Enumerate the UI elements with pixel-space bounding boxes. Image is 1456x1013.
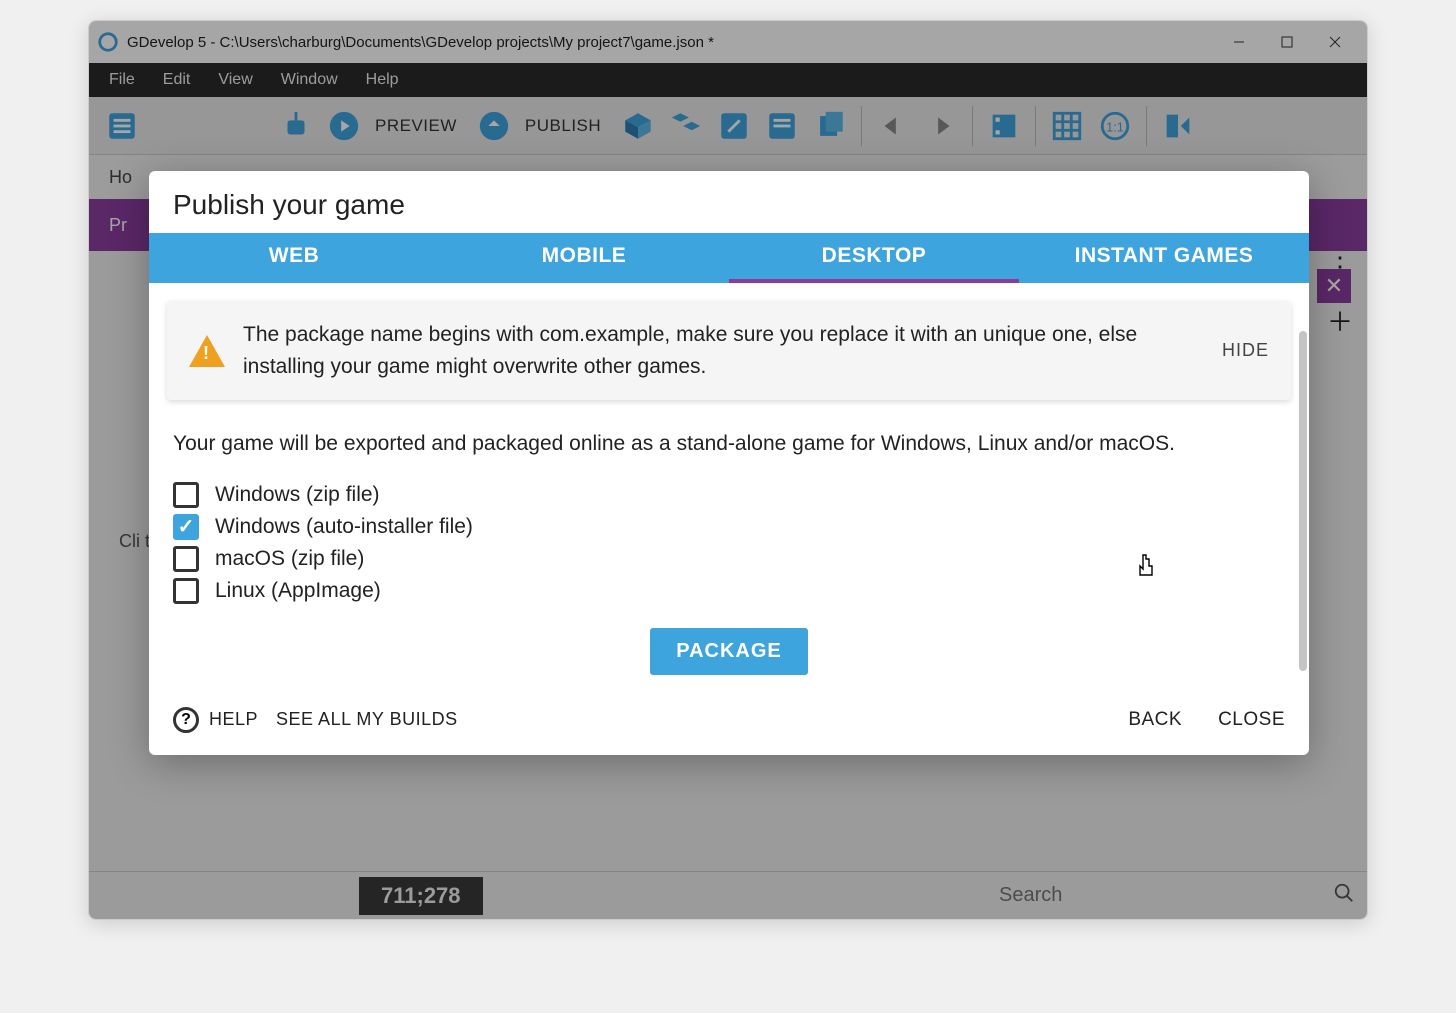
help-link[interactable]: HELP	[209, 709, 258, 730]
help-icon[interactable]: ?	[173, 707, 199, 733]
checkbox-icon[interactable]	[173, 546, 199, 572]
tab-mobile[interactable]: MOBILE	[439, 233, 729, 283]
hide-warning-button[interactable]: HIDE	[1222, 340, 1269, 361]
pointer-cursor-icon	[1134, 553, 1158, 587]
warning-icon	[189, 335, 225, 367]
platform-checkbox-list: Windows (zip file) Windows (auto-install…	[173, 482, 1285, 604]
publish-dialog: Publish your game WEB MOBILE DESKTOP INS…	[149, 171, 1309, 755]
dialog-title: Publish your game	[149, 171, 1309, 233]
app-window: GDevelop 5 - C:\Users\charburg\Documents…	[88, 20, 1368, 920]
dialog-scrollbar[interactable]	[1299, 331, 1307, 671]
close-button[interactable]: CLOSE	[1218, 709, 1285, 731]
checkbox-windows-installer[interactable]: Windows (auto-installer file)	[173, 514, 1285, 540]
export-tabs: WEB MOBILE DESKTOP INSTANT GAMES	[149, 233, 1309, 283]
dialog-footer: ? HELP SEE ALL MY BUILDS BACK CLOSE	[149, 695, 1309, 755]
tab-web[interactable]: WEB	[149, 233, 439, 283]
warning-text: The package name begins with com.example…	[243, 319, 1204, 382]
package-name-warning: The package name begins with com.example…	[167, 301, 1291, 400]
checkbox-label: Windows (zip file)	[215, 483, 380, 507]
export-description: Your game will be exported and packaged …	[173, 428, 1285, 460]
tab-instant-games[interactable]: INSTANT GAMES	[1019, 233, 1309, 283]
checkbox-label: Linux (AppImage)	[215, 579, 381, 603]
checkbox-label: Windows (auto-installer file)	[215, 515, 473, 539]
checkbox-label: macOS (zip file)	[215, 547, 364, 571]
checkbox-macos-zip[interactable]: macOS (zip file)	[173, 546, 1285, 572]
see-builds-link[interactable]: SEE ALL MY BUILDS	[276, 709, 458, 730]
tab-desktop[interactable]: DESKTOP	[729, 233, 1019, 283]
checkbox-icon[interactable]	[173, 514, 199, 540]
back-button[interactable]: BACK	[1128, 709, 1182, 731]
checkbox-icon[interactable]	[173, 482, 199, 508]
checkbox-linux-appimage[interactable]: Linux (AppImage)	[173, 578, 1285, 604]
checkbox-windows-zip[interactable]: Windows (zip file)	[173, 482, 1285, 508]
checkbox-icon[interactable]	[173, 578, 199, 604]
package-button[interactable]: PACKAGE	[650, 628, 808, 675]
